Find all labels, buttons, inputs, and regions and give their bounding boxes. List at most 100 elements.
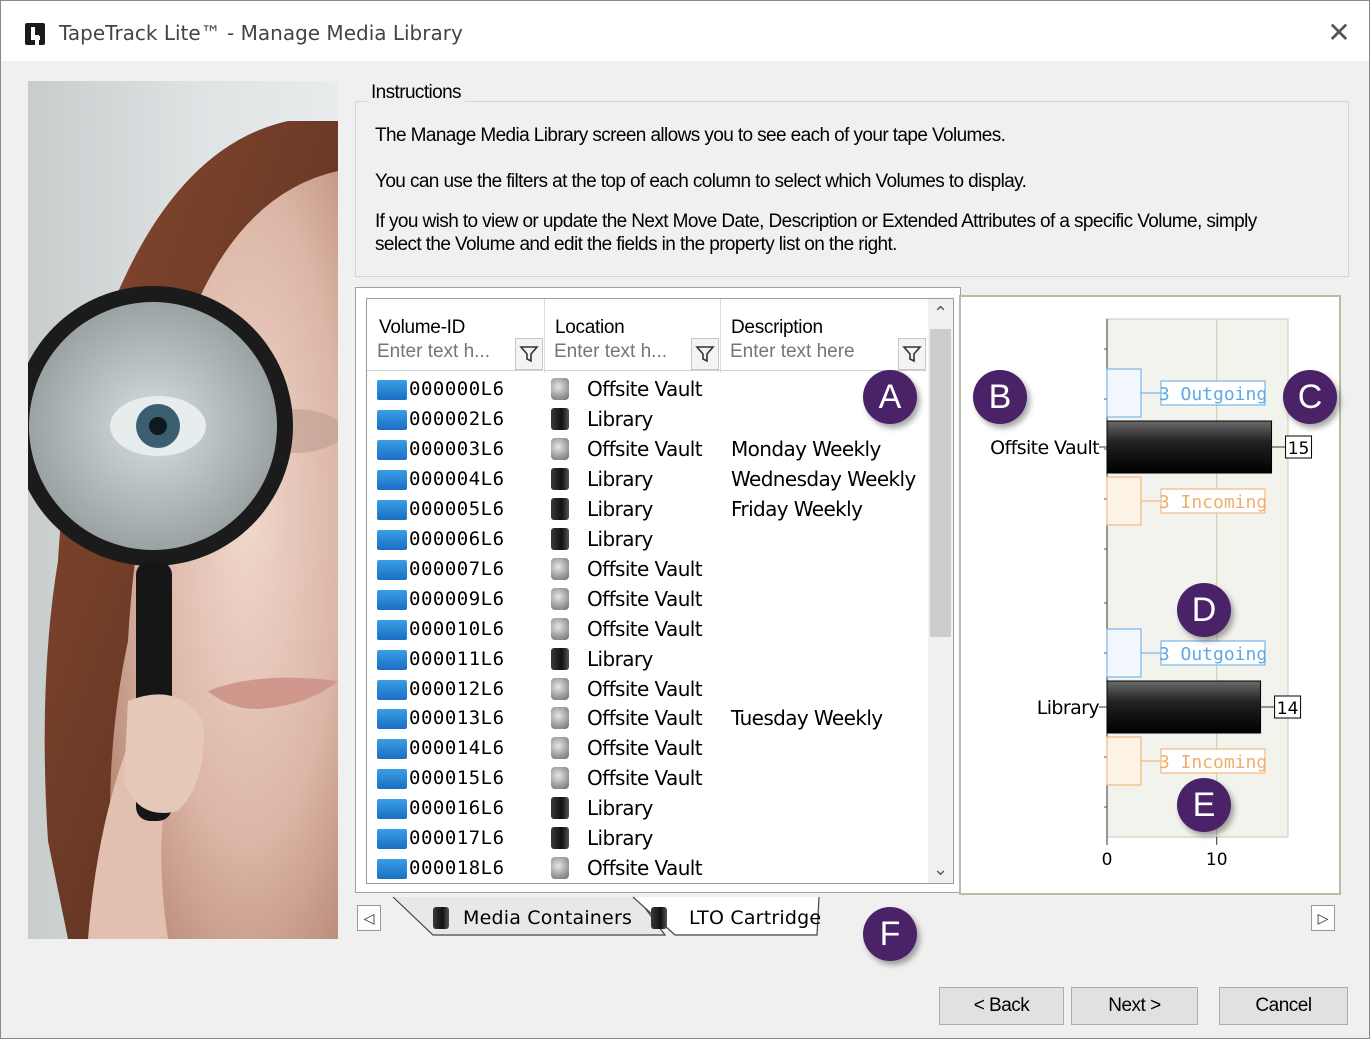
x-tick-label: 0 [1102, 850, 1113, 870]
vault-icon [551, 707, 569, 730]
vault-icon [551, 857, 569, 880]
volume-id-cell: 000010L6 [409, 617, 505, 640]
volume-id-filter-icon[interactable] [515, 338, 543, 370]
data-label: 15 [1288, 439, 1310, 459]
volume-id-cell: 000007L6 [409, 557, 505, 580]
callout-badge-b: B [973, 370, 1027, 424]
library-icon [551, 407, 569, 430]
location-cell: Offsite Vault [587, 766, 703, 791]
vault-icon [551, 677, 569, 700]
table-row[interactable]: 000000L6 Offsite Vault [367, 374, 927, 404]
app-logo-icon [25, 23, 45, 45]
scrollbar-thumb[interactable] [930, 329, 951, 637]
vault-icon [551, 617, 569, 640]
table-row[interactable]: 000010L6 Offsite Vault [367, 614, 927, 644]
location-filter-icon[interactable] [691, 338, 719, 370]
table-row[interactable]: 000013L6 Offsite Vault Tuesday Weekly [367, 703, 927, 733]
incoming-label: 3 Incoming [1159, 492, 1267, 513]
vault-icon [551, 767, 569, 790]
table-row[interactable]: 000006L6 Library [367, 524, 927, 554]
table-row[interactable]: 000016L6 Library [367, 793, 927, 823]
data-label: 14 [1277, 699, 1299, 719]
location-filter-input[interactable] [544, 340, 694, 364]
bar-offsite-vault [1106, 420, 1273, 474]
cancel-button[interactable]: Cancel [1219, 987, 1348, 1025]
location-cell: Library [587, 466, 653, 491]
volume-icon [377, 619, 407, 640]
library-icon [551, 827, 569, 850]
description-filter-icon[interactable] [898, 338, 926, 370]
vault-icon [551, 378, 569, 400]
table-row[interactable]: 000017L6 Library [367, 823, 927, 853]
library-icon [551, 797, 569, 820]
volume-id-cell: 000005L6 [409, 497, 505, 520]
table-row[interactable]: 000012L6 Offsite Vault [367, 674, 927, 704]
table-row[interactable]: 000002L6 Library [367, 404, 927, 434]
volume-id-cell: 000014L6 [409, 737, 505, 760]
volume-id-filter-input[interactable] [367, 340, 517, 364]
location-cell: Offsite Vault [587, 616, 703, 641]
volume-icon [377, 469, 407, 490]
location-cell: Offsite Vault [587, 706, 703, 731]
outgoing-label: 3 Outgoing [1159, 644, 1267, 665]
volume-id-cell: 000006L6 [409, 527, 505, 550]
volume-icon [377, 769, 407, 790]
table-row[interactable]: 000004L6 Library Wednesday Weekly [367, 464, 927, 494]
volume-icon [377, 649, 407, 670]
manage-media-library-window: TapeTrack Lite™ - Manage Media Library ✕ [0, 0, 1370, 1039]
scroll-up-icon[interactable]: ⌃ [928, 299, 953, 327]
lto-cartridge-tab-icon [651, 907, 667, 929]
instructions-legend: Instructions [367, 82, 465, 104]
volume-icon [377, 829, 407, 850]
volume-id-cell: 000011L6 [409, 647, 505, 670]
table-row[interactable]: 000015L6 Offsite Vault [367, 763, 927, 793]
library-icon [551, 527, 569, 550]
volume-icon [377, 409, 407, 430]
description-cell: Tuesday Weekly [731, 706, 883, 731]
table-row[interactable]: 000009L6 Offsite Vault [367, 584, 927, 614]
description-filter-input[interactable] [720, 340, 900, 364]
outgoing-label: 3 Outgoing [1159, 384, 1267, 405]
volume-icon [377, 380, 407, 400]
location-filter-cell [544, 336, 720, 371]
volume-id-cell: 000003L6 [409, 437, 505, 460]
callout-badge-f: F [863, 907, 917, 961]
vertical-scrollbar[interactable]: ⌃ ⌄ [928, 299, 953, 883]
media-containers-tab-icon [433, 907, 449, 929]
location-cell: Offsite Vault [587, 676, 703, 701]
table-row[interactable]: 000005L6 Library Friday Weekly [367, 494, 927, 524]
table-row[interactable]: 000011L6 Library [367, 644, 927, 674]
close-icon[interactable]: ✕ [1323, 17, 1355, 49]
description-cell: Friday Weekly [731, 496, 863, 521]
location-cell: Library [587, 496, 653, 521]
table-row[interactable]: 000014L6 Offsite Vault [367, 733, 927, 763]
media-type-tabs: ◁ Media Containers LTO Cartridge ▷ [355, 895, 1347, 941]
callout-badge-c: C [1283, 370, 1337, 424]
tab-scroll-left-icon[interactable]: ◁ [357, 905, 381, 931]
incoming-marker [1106, 736, 1142, 786]
table-row[interactable]: 000003L6 Offsite Vault Monday Weekly [367, 434, 927, 464]
table-row[interactable]: 000018L6 Offsite Vault [367, 853, 927, 883]
back-button[interactable]: < Back [939, 987, 1064, 1025]
next-button[interactable]: Next > [1071, 987, 1198, 1025]
location-cell: Offsite Vault [587, 377, 703, 401]
volume-id-cell: 000015L6 [409, 767, 505, 790]
tab-scroll-right-icon[interactable]: ▷ [1311, 905, 1335, 931]
volume-icon [377, 589, 407, 610]
instructions-line-3b: select the Volume and edit the fields in… [375, 234, 897, 255]
location-cell: Library [587, 796, 653, 821]
tab-media-containers[interactable]: Media Containers [463, 907, 632, 929]
window-title: TapeTrack Lite™ - Manage Media Library [59, 21, 463, 45]
description-cell: Monday Weekly [731, 436, 881, 461]
scroll-down-icon[interactable]: ⌄ [928, 855, 953, 883]
volume-icon [377, 499, 407, 520]
location-cell: Library [587, 826, 653, 851]
volume-icon [377, 439, 407, 460]
incoming-label: 3 Incoming [1159, 752, 1267, 773]
volume-id-cell: 000000L6 [409, 378, 505, 400]
volume-id-cell: 000009L6 [409, 587, 505, 610]
x-tick-label: 10 [1206, 850, 1228, 870]
table-row[interactable]: 000007L6 Offsite Vault [367, 554, 927, 584]
vault-icon [551, 587, 569, 610]
tab-lto-cartridge[interactable]: LTO Cartridge [689, 907, 821, 929]
